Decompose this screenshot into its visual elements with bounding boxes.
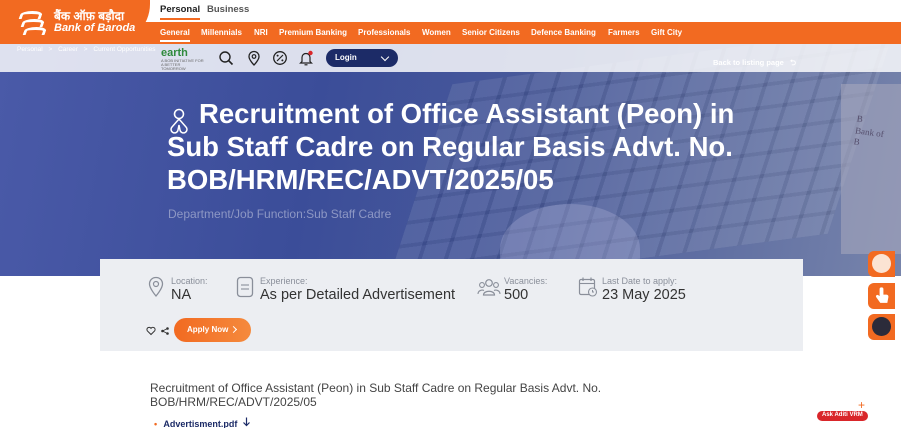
login-button[interactable]: Login bbox=[326, 49, 398, 67]
nav-senior-citizens[interactable]: Senior Citizens bbox=[462, 28, 520, 37]
share-icon[interactable] bbox=[160, 326, 170, 336]
department-label: Department/Job Function:Sub Staff Cadre bbox=[168, 207, 392, 221]
ask-aditi-vrm-button[interactable]: Ask Aditi VRM bbox=[817, 411, 868, 421]
location-pin-icon bbox=[148, 276, 164, 297]
earth-logo[interactable]: earth A BOB INITIATIVE FOR A BETTER TOMO… bbox=[161, 47, 205, 71]
plus-icon[interactable]: + bbox=[858, 398, 865, 412]
bank-logo[interactable]: बैंक ऑफ़ बड़ौदा Bank of Baroda bbox=[0, 0, 150, 44]
breadcrumb-personal[interactable]: Personal bbox=[17, 46, 43, 53]
back-to-listing-label: Back to listing page bbox=[713, 58, 784, 67]
last-date-value: 23 May 2025 bbox=[602, 287, 686, 303]
bob-sun-logo-icon bbox=[18, 9, 48, 35]
search-icon[interactable] bbox=[218, 50, 234, 66]
breadcrumb-career[interactable]: Career bbox=[58, 46, 78, 53]
offers-percent-icon[interactable] bbox=[272, 50, 288, 66]
bullet-icon: • bbox=[154, 419, 158, 428]
advertisement-download-link[interactable]: • Advertisment.pdf bbox=[154, 417, 251, 428]
chevron-down-icon bbox=[380, 52, 390, 62]
calendar-clock-icon bbox=[578, 277, 598, 297]
chevron-right-icon bbox=[229, 325, 238, 334]
location-value: NA bbox=[171, 287, 192, 303]
vacancies-value: 500 bbox=[504, 287, 529, 303]
nav-women[interactable]: Women bbox=[422, 28, 451, 37]
book-background bbox=[841, 84, 901, 254]
nav-millennials[interactable]: Millennials bbox=[201, 28, 242, 37]
book-watermark-logo: B Bank of B bbox=[852, 113, 885, 148]
nav-general[interactable]: General bbox=[160, 28, 190, 42]
breadcrumb: Personal > Career > Current Opportunitie… bbox=[17, 46, 160, 53]
nav-gift-city[interactable]: Gift City bbox=[651, 28, 682, 37]
earth-logo-tagline: A BOB INITIATIVE FOR A BETTER TOMORROW bbox=[161, 58, 204, 71]
people-group-icon bbox=[477, 279, 501, 296]
hand-pointer-icon bbox=[875, 287, 889, 303]
heart-icon[interactable] bbox=[146, 326, 156, 336]
last-date-label: Last Date to apply: bbox=[602, 276, 678, 286]
job-title: Recruitment of Office Assistant (Peon) i… bbox=[167, 98, 735, 195]
login-label: Login bbox=[335, 53, 357, 62]
breadcrumb-separator: > bbox=[83, 46, 88, 53]
back-arrow-icon: ⮌ bbox=[789, 58, 796, 67]
nav-farmers[interactable]: Farmers bbox=[608, 28, 640, 37]
promo-badge-icon bbox=[872, 254, 891, 273]
segment-personal[interactable]: Personal bbox=[160, 4, 201, 20]
nav-nri[interactable]: NRI bbox=[254, 28, 268, 37]
nav-professionals[interactable]: Professionals bbox=[358, 28, 410, 37]
apply-now-button[interactable]: Apply Now bbox=[174, 318, 251, 342]
experience-label: Experience: bbox=[260, 276, 308, 286]
location-label: Location: bbox=[171, 276, 208, 286]
bank-name-hindi: बैंक ऑफ़ बड़ौदा bbox=[54, 8, 125, 23]
segment-business[interactable]: Business bbox=[207, 4, 249, 15]
nav-defence-banking[interactable]: Defence Banking bbox=[531, 28, 596, 37]
back-to-listing-link[interactable]: Back to listing page ⮌ bbox=[713, 57, 796, 70]
nav-premium-banking[interactable]: Premium Banking bbox=[279, 28, 347, 37]
breadcrumb-separator: > bbox=[48, 46, 53, 53]
document-icon bbox=[236, 276, 254, 298]
side-touch-button[interactable] bbox=[868, 283, 895, 309]
notification-bell-icon[interactable] bbox=[298, 50, 314, 66]
assistant-avatar-icon bbox=[872, 317, 891, 336]
side-promo-button[interactable] bbox=[868, 251, 895, 277]
bank-name-english: Bank of Baroda bbox=[54, 21, 136, 34]
job-description-title: Recruitment of Office Assistant (Peon) i… bbox=[150, 381, 602, 409]
location-pin-icon[interactable] bbox=[246, 50, 262, 66]
apply-now-label: Apply Now bbox=[187, 325, 229, 334]
advertisement-filename: Advertisment.pdf bbox=[163, 419, 238, 428]
side-assistant-button[interactable] bbox=[868, 314, 895, 340]
download-arrow-icon bbox=[242, 417, 250, 427]
breadcrumb-current-opportunities[interactable]: Current Opportunities bbox=[93, 46, 155, 53]
experience-value: As per Detailed Advertisement bbox=[260, 287, 456, 303]
vacancies-label: Vacancies: bbox=[504, 276, 548, 286]
